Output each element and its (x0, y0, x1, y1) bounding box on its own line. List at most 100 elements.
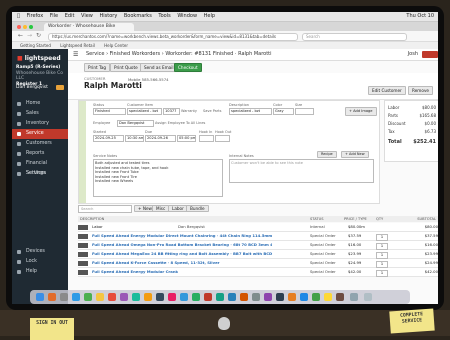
labor-button[interactable]: Labor (168, 205, 188, 212)
spotify-icon[interactable] (312, 293, 320, 301)
settings-icon[interactable] (156, 293, 164, 301)
menu-window[interactable]: Window (177, 13, 197, 19)
bookmark-item[interactable]: Getting Started (20, 43, 51, 48)
menu-help[interactable]: Help (204, 13, 215, 19)
add-new-note-button[interactable]: + Add New (341, 151, 369, 158)
due-time[interactable]: 05:00 pm (177, 135, 196, 142)
browser-tab[interactable]: Workorder · Whosehouse Bike (44, 23, 134, 31)
terminal-icon[interactable] (276, 293, 284, 301)
sidebar-item-service[interactable]: Service (12, 129, 68, 139)
line-description[interactable]: Full Speed Ahead Omega Non-Pro Road Bott… (92, 241, 272, 249)
sidebar-item-lock[interactable]: Lock (12, 257, 68, 267)
line-description[interactable]: Full Speed Ahead MegaExo 24 BB fitting r… (92, 250, 272, 258)
hook-out-field[interactable] (215, 135, 230, 142)
edit-customer-button[interactable]: Edit Customer (368, 86, 406, 95)
save-parts-checkbox[interactable]: Save Parts (203, 109, 221, 113)
topbar-user[interactable]: Josh (408, 49, 418, 60)
line-description[interactable]: Full Speed Ahead K-Force Cassette · 8 Sp… (92, 259, 272, 267)
trash-icon[interactable] (364, 293, 372, 301)
mail-icon[interactable] (180, 293, 188, 301)
podcasts-icon[interactable] (120, 293, 128, 301)
line-price[interactable]: $24.99 (348, 259, 361, 267)
line-status[interactable]: Special Order (310, 268, 336, 276)
assign-employee-checkbox[interactable]: Assign Employee To All Lines (155, 121, 205, 125)
line-description[interactable]: Full Speed Ahead Energy Modular Crank (92, 268, 272, 276)
music-icon[interactable] (168, 293, 176, 301)
facetime-icon[interactable] (132, 293, 140, 301)
line-qty[interactable]: 1 (376, 242, 388, 250)
table-row[interactable]: Full Speed Ahead MegaExo 24 BB fitting r… (78, 250, 438, 259)
menu-toggle-icon[interactable]: ☰ (73, 49, 78, 60)
browser-search-input[interactable]: Search (302, 33, 407, 41)
menu-view[interactable]: View (81, 13, 93, 19)
app-store-icon[interactable] (264, 293, 272, 301)
menu-tools[interactable]: Tools (158, 13, 170, 19)
downloads-icon[interactable] (350, 293, 358, 301)
status-select[interactable]: Finished (93, 108, 126, 115)
service-notes-field[interactable]: Both adjusted and tested tires Installed… (93, 159, 223, 197)
line-qty[interactable]: 1 (376, 269, 388, 277)
checkout-button[interactable]: Checkout (174, 63, 202, 72)
send-email-button[interactable]: Send as Email (140, 63, 178, 72)
table-row[interactable]: Labor Dan Bergqvist Internal $80.00m $80… (78, 223, 438, 232)
sidebar-item-settings[interactable]: Settings (12, 169, 68, 179)
finder-icon[interactable] (36, 293, 44, 301)
line-status[interactable]: Special Order (310, 250, 336, 258)
preview-icon[interactable] (252, 293, 260, 301)
table-row[interactable]: Full Speed Ahead Omega Non-Pro Road Bott… (78, 241, 438, 250)
recipe-button[interactable]: Recipe (317, 151, 337, 158)
line-search-input[interactable]: Search (78, 205, 132, 213)
menu-edit[interactable]: Edit (65, 13, 75, 19)
started-time[interactable]: 10:30 am (125, 135, 144, 142)
item-select[interactable]: specialized - bzt (127, 108, 162, 115)
bookmark-item[interactable]: Lightspeed Retail (60, 43, 95, 48)
safari-icon[interactable] (72, 293, 80, 301)
sidebar-item-home[interactable]: Home (12, 99, 68, 109)
zoom-icon[interactable] (300, 293, 308, 301)
sidebar-item-customers[interactable]: Customers (12, 139, 68, 149)
color-field[interactable]: Gray (273, 108, 294, 115)
sidebar-item-reports[interactable]: Reports (12, 149, 68, 159)
line-qty[interactable]: 1 (376, 251, 388, 259)
firefox-icon[interactable] (48, 293, 56, 301)
window-minimize-icon[interactable] (23, 25, 27, 29)
line-status[interactable]: Internal (310, 223, 325, 231)
line-qty[interactable]: 1 (376, 233, 388, 241)
line-status[interactable]: Special Order (310, 241, 336, 249)
print-tag-button[interactable]: Print Tag (84, 63, 111, 72)
sidebar-item-sales[interactable]: Sales (12, 109, 68, 119)
line-price[interactable]: $16.00 (348, 241, 361, 249)
menu-bookmarks[interactable]: Bookmarks (124, 13, 152, 19)
sidebar-item-devices[interactable]: Devices (12, 247, 68, 257)
description-field[interactable]: specialized - bzt (229, 108, 272, 115)
line-qty[interactable]: 1 (376, 260, 388, 268)
table-row[interactable]: Full Speed Ahead Energy Modular Crank Sp… (78, 268, 438, 277)
sidebar-item-inventory[interactable]: Inventory (12, 119, 68, 129)
topbar-action-button[interactable] (422, 51, 438, 58)
table-row[interactable]: Full Speed Ahead Energy Modular Direct M… (78, 232, 438, 241)
pages-icon[interactable] (240, 293, 248, 301)
stickies-icon[interactable] (324, 293, 332, 301)
numbers-icon[interactable] (216, 293, 224, 301)
menubar-clock[interactable]: Thu Oct 10 (406, 12, 434, 21)
warranty-checkbox[interactable]: Warranty (181, 109, 197, 113)
url-bar[interactable]: https://us.merchantos.com/?name=workbenc… (48, 33, 298, 41)
customer-name[interactable]: Ralph Marotti (84, 81, 142, 90)
menu-firefox[interactable]: Firefox (27, 13, 44, 19)
line-status[interactable]: Special Order (310, 232, 336, 240)
photos-icon[interactable] (144, 293, 152, 301)
item-number[interactable]: 10377 (163, 108, 180, 115)
sidebar-item-financial[interactable]: Financial Services (12, 159, 68, 176)
apple-menu-icon[interactable]:  (17, 13, 20, 19)
forward-icon[interactable]: → (27, 32, 32, 39)
reload-icon[interactable]: ↻ (36, 32, 41, 39)
line-description[interactable]: Full Speed Ahead Energy Modular Direct M… (92, 232, 272, 240)
line-price[interactable]: $80.00m (348, 223, 365, 231)
books-icon[interactable] (288, 293, 296, 301)
bookmark-item[interactable]: Help Center (104, 43, 128, 48)
table-row[interactable]: Full Speed Ahead K-Force Cassette · 8 Sp… (78, 259, 438, 268)
lightspeed-app-icon[interactable] (204, 293, 212, 301)
size-field[interactable] (295, 108, 314, 115)
add-image-button[interactable]: + Add Image (345, 107, 377, 116)
window-close-icon[interactable] (17, 25, 21, 29)
